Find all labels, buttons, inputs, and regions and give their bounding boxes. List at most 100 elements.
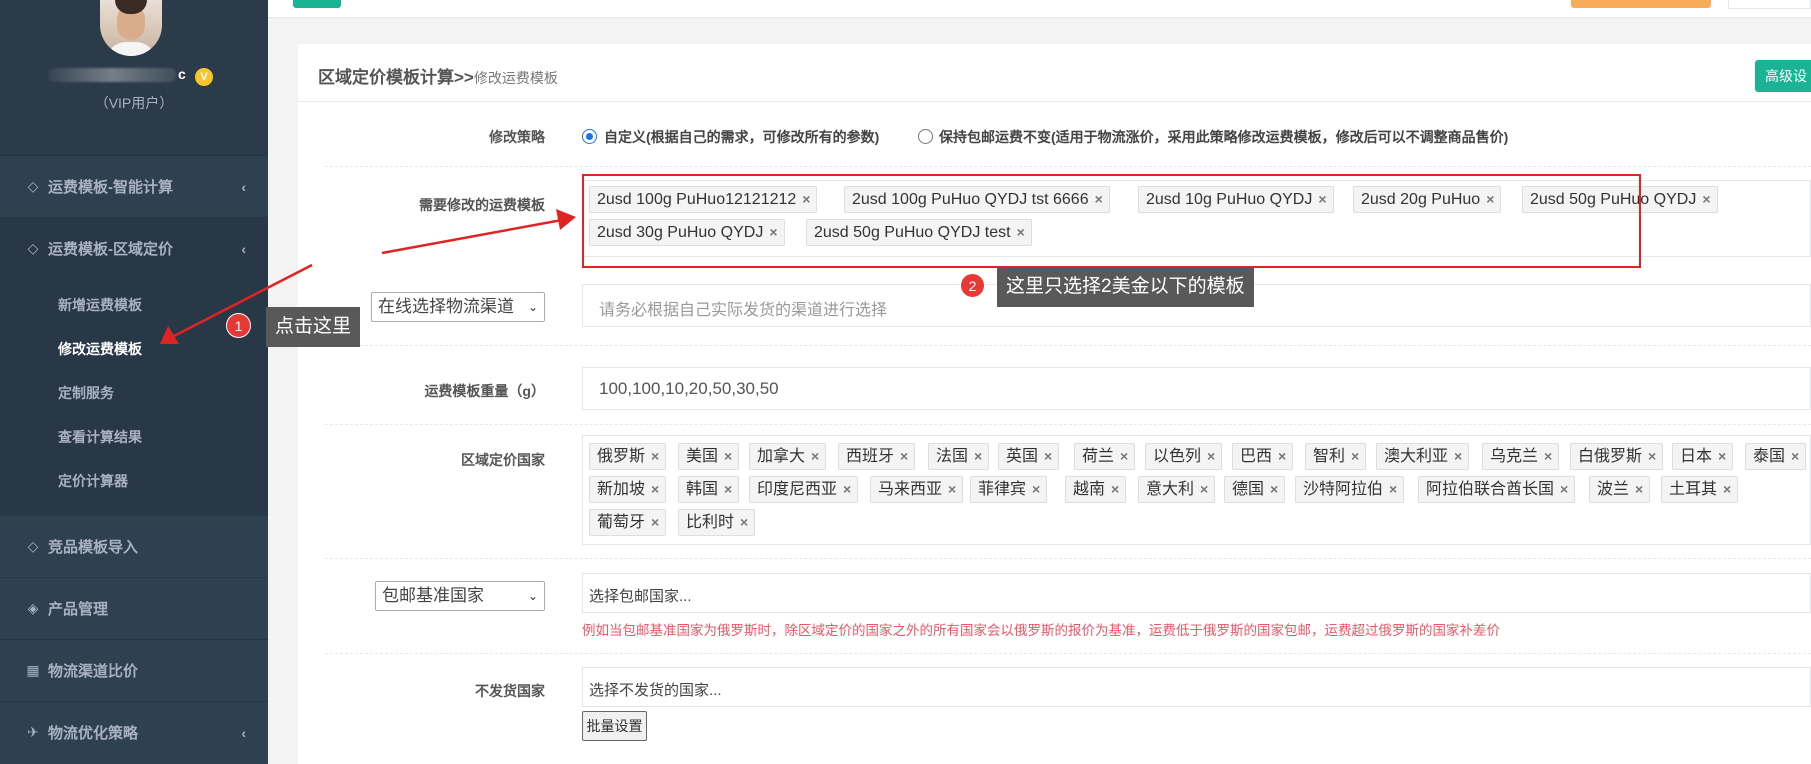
country-tag: 白俄罗斯 × (1570, 443, 1664, 470)
remove-tag-icon[interactable]: × (1723, 481, 1731, 497)
remove-tag-icon[interactable]: × (900, 448, 908, 464)
country-tag: 泰国 × (1745, 443, 1807, 470)
nav-freight-smart[interactable]: ◇ 运费模板-智能计算 ‹ (0, 155, 268, 217)
subnav-freight-region: 新增运费模板 修改运费模板 定制服务 查看计算结果 定价计算器 (0, 279, 268, 515)
subnav-item-view-results[interactable]: 查看计算结果 (58, 427, 142, 447)
templates-label: 需要修改的运费模板 (419, 197, 545, 213)
nav-label: 产品管理 (48, 601, 109, 618)
strategy-keep-free-label[interactable]: 保持包邮运费不变(适用于物流涨价，采用此策略修改运费模板，修改后可以不调整商品售… (939, 127, 1508, 147)
remove-tag-icon[interactable]: × (974, 448, 982, 464)
remove-tag-icon[interactable]: × (1560, 481, 1568, 497)
remove-tag-icon[interactable]: × (1635, 481, 1643, 497)
strategy-label: 修改策略 (489, 129, 545, 145)
logistics-channel-select[interactable]: 在线选择物流渠道 ⌄ (371, 292, 545, 322)
nav-freight-region[interactable]: ◇ 运费模板-区域定价 ‹ (0, 217, 268, 279)
chevron-left-icon: ‹ (241, 240, 246, 257)
remove-tag-icon[interactable]: × (1702, 191, 1710, 207)
remove-tag-icon[interactable]: × (1200, 481, 1208, 497)
strategy-custom-label[interactable]: 自定义(根据自己的需求，可修改所有的参数) (604, 127, 879, 147)
country-tag: 加拿大 × (749, 443, 827, 470)
remove-tag-icon[interactable]: × (1454, 448, 1462, 464)
nav-logistics-compare[interactable]: ▦ 物流渠道比价 (0, 639, 268, 701)
country-tag: 韩国 × (678, 476, 740, 503)
remove-tag-icon[interactable]: × (1718, 448, 1726, 464)
chevron-left-icon: ‹ (241, 724, 246, 741)
remove-tag-icon[interactable]: × (724, 481, 732, 497)
remove-tag-icon[interactable]: × (1791, 448, 1799, 464)
step-1-badge: 1 (226, 313, 251, 338)
nav-product-management[interactable]: ◈ 产品管理 (0, 577, 268, 639)
remove-tag-icon[interactable]: × (948, 481, 956, 497)
strategy-custom-radio[interactable] (582, 129, 597, 144)
remove-tag-icon[interactable]: × (811, 448, 819, 464)
country-tag: 沙特阿拉伯 × (1295, 476, 1405, 503)
country-tag: 俄罗斯 × (589, 443, 667, 470)
country-tag: 土耳其 × (1661, 476, 1739, 503)
remove-tag-icon[interactable]: × (724, 448, 732, 464)
subnav-item-edit-template[interactable]: 修改运费模板 (58, 339, 142, 359)
nav-logistics-strategy[interactable]: ✈ 物流优化策略 ‹ (0, 701, 268, 763)
free-shipping-placeholder: 选择包邮国家... (589, 588, 692, 605)
user-role: （VIP用户） (94, 95, 174, 111)
country-tag: 意大利 × (1138, 476, 1216, 503)
divider (325, 345, 1811, 346)
top-green-button[interactable] (293, 0, 341, 8)
country-tag: 德国 × (1224, 476, 1286, 503)
panel-header: 区域定价模板计算>>修改运费模板 高级设 (298, 44, 1811, 102)
subnav-item-new-template[interactable]: 新增运费模板 (58, 295, 142, 315)
divider (325, 424, 1811, 425)
subnav-item-custom-service[interactable]: 定制服务 (58, 383, 114, 403)
remove-tag-icon[interactable]: × (1044, 448, 1052, 464)
no-ship-country-input[interactable] (582, 667, 1811, 707)
remove-tag-icon[interactable]: × (1278, 448, 1286, 464)
annotation-highlight-box (582, 174, 1641, 268)
chevron-left-icon: ‹ (241, 178, 246, 195)
free-shipping-hint: 例如当包邮基准国家为俄罗斯时，除区域定价的国家之外的所有国家会以俄罗斯的报价为基… (582, 623, 1500, 638)
remove-tag-icon[interactable]: × (651, 481, 659, 497)
calculator-icon: ▦ (26, 662, 40, 678)
weight-label: 运费模板重量（g） (424, 383, 545, 399)
top-orange-button[interactable] (1571, 0, 1711, 8)
nav-competitor-import[interactable]: ◇ 竞品模板导入 (0, 515, 268, 577)
remove-tag-icon[interactable]: × (843, 481, 851, 497)
step-2-badge: 2 (960, 273, 985, 298)
username-blurred: c (48, 66, 218, 86)
country-tag: 法国 × (928, 443, 990, 470)
country-tag: 日本 × (1672, 443, 1734, 470)
country-tag: 菲律宾 × (970, 476, 1048, 503)
top-white-button[interactable] (1728, 0, 1811, 9)
divider (325, 166, 1811, 167)
remove-tag-icon[interactable]: × (1270, 481, 1278, 497)
remove-tag-icon[interactable]: × (1544, 448, 1552, 464)
no-ship-placeholder: 选择不发货的国家... (589, 682, 722, 699)
subnav-item-pricing-calculator[interactable]: 定价计算器 (58, 471, 128, 491)
free-shipping-base-select[interactable]: 包邮基准国家 ⌄ (375, 581, 545, 611)
remove-tag-icon[interactable]: × (1032, 481, 1040, 497)
country-tag: 荷兰 × (1074, 443, 1136, 470)
strategy-keep-free-radio[interactable] (918, 129, 933, 144)
free-shipping-country-input[interactable] (582, 573, 1811, 613)
batch-set-button[interactable]: 批量设置 (582, 711, 647, 741)
country-tag: 印度尼西亚 × (749, 476, 859, 503)
remove-tag-icon[interactable]: × (1648, 448, 1656, 464)
country-tag: 葡萄牙 × (589, 509, 667, 536)
remove-tag-icon[interactable]: × (651, 514, 659, 530)
remove-tag-icon[interactable]: × (1351, 448, 1359, 464)
chevron-down-icon: ⌄ (527, 300, 538, 314)
channel-placeholder: 请务必根据自己实际发货的渠道进行选择 (599, 302, 888, 319)
plane-icon: ✈ (27, 724, 39, 740)
country-tag: 智利 × (1305, 443, 1367, 470)
remove-tag-icon[interactable]: × (1111, 481, 1119, 497)
avatar[interactable] (100, 0, 162, 56)
nav-label: 物流渠道比价 (48, 663, 139, 680)
advanced-settings-button[interactable]: 高级设 (1755, 60, 1811, 92)
remove-tag-icon[interactable]: × (1120, 448, 1128, 464)
remove-tag-icon[interactable]: × (740, 514, 748, 530)
vip-badge-icon: V (195, 68, 213, 86)
remove-tag-icon[interactable]: × (1207, 448, 1215, 464)
remove-tag-icon[interactable]: × (1389, 481, 1397, 497)
nav-label: 运费模板-区域定价 (48, 241, 173, 258)
no-ship-label: 不发货国家 (475, 683, 545, 699)
remove-tag-icon[interactable]: × (651, 448, 659, 464)
breadcrumb: 区域定价模板计算>>修改运费模板 (318, 63, 558, 88)
